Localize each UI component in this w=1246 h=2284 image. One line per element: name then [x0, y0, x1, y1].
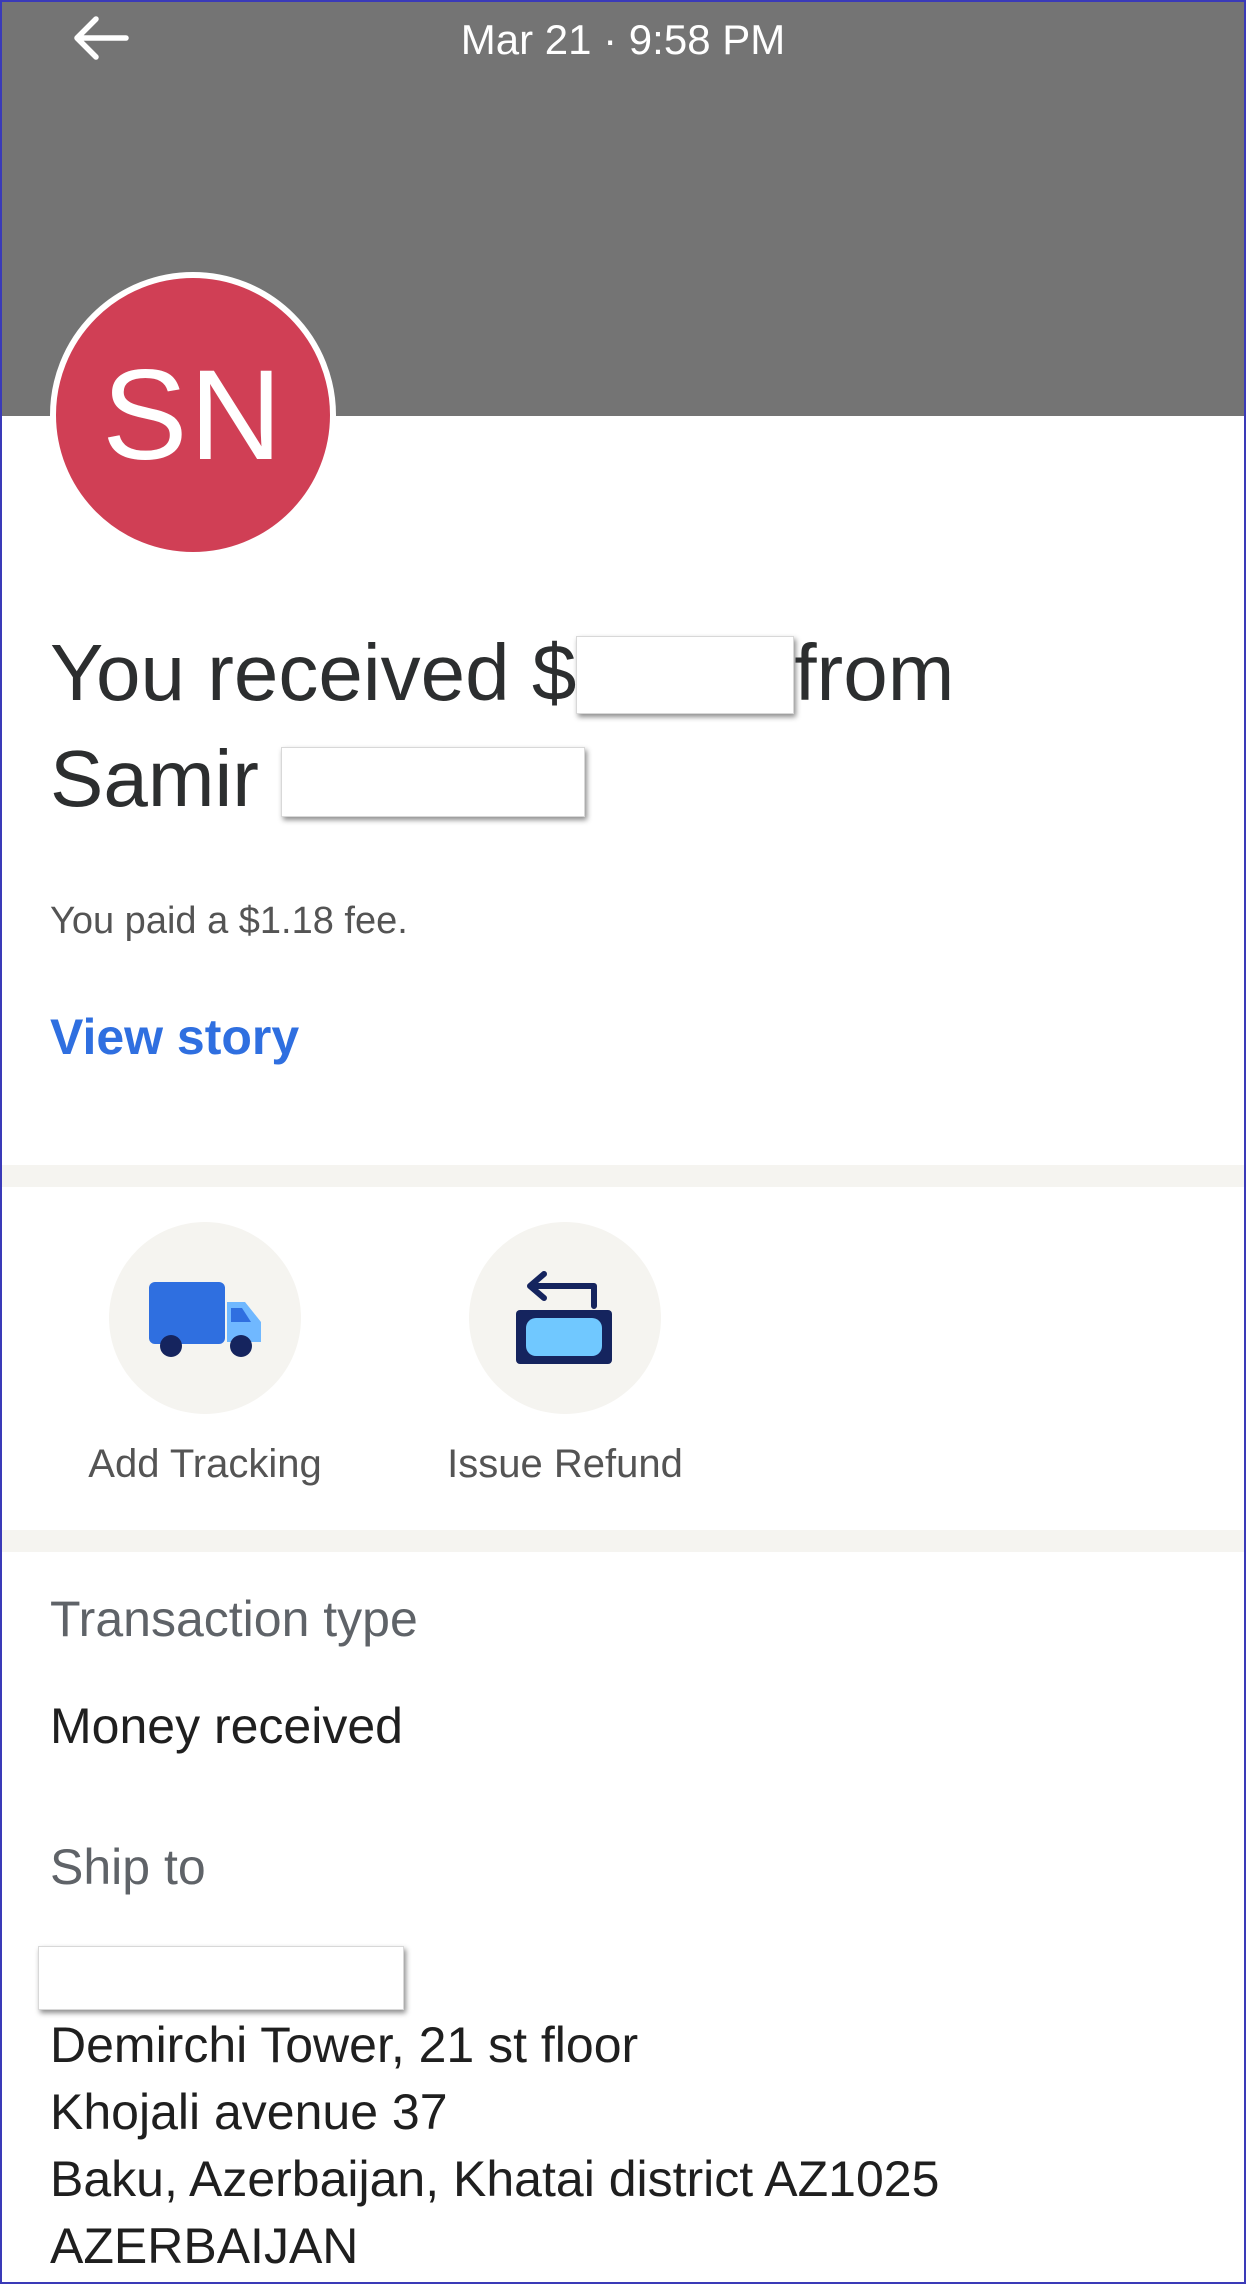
redacted-amount — [576, 635, 795, 714]
title-from-text: from — [794, 628, 955, 717]
refund-icon — [516, 1271, 612, 1364]
address-line: AZERBAIJAN — [50, 2218, 359, 2274]
avatar: SN — [50, 272, 336, 558]
transaction-type-label: Transaction type — [50, 1591, 418, 1647]
address-line: Baku, Azerbaijan, Khatai district AZ1025 — [50, 2151, 940, 2207]
add-tracking-button[interactable]: Add Tracking — [55, 1222, 355, 1487]
shipping-address: Demirchi Tower, 21 st floor Khojali aven… — [50, 2012, 939, 2280]
transaction-type-value: Money received — [50, 1698, 403, 1754]
view-story-link[interactable]: View story — [50, 1008, 299, 1066]
address-line: Demirchi Tower, 21 st floor — [50, 2017, 639, 2073]
title-received-text: You received $ — [50, 628, 577, 717]
add-tracking-circle — [109, 1222, 301, 1414]
redacted-recipient-name — [38, 1946, 404, 2010]
page-title: You received $ from Samir — [50, 620, 1200, 832]
truck-icon — [149, 1282, 261, 1357]
section-divider — [0, 1165, 1246, 1187]
address-line: Khojali avenue 37 — [50, 2084, 448, 2140]
add-tracking-label: Add Tracking — [88, 1442, 322, 1486]
issue-refund-label: Issue Refund — [447, 1442, 683, 1486]
section-divider — [0, 1530, 1246, 1552]
ship-to-label: Ship to — [50, 1839, 206, 1895]
fee-text: You paid a $1.18 fee. — [50, 900, 408, 942]
title-sender-name: Samir — [50, 734, 259, 823]
issue-refund-button[interactable]: Issue Refund — [415, 1222, 715, 1487]
redacted-sender-surname — [281, 746, 586, 817]
avatar-initials: SN — [102, 343, 284, 487]
issue-refund-circle — [469, 1222, 661, 1414]
transaction-date: Mar 21 · 9:58 PM — [460, 16, 786, 63]
